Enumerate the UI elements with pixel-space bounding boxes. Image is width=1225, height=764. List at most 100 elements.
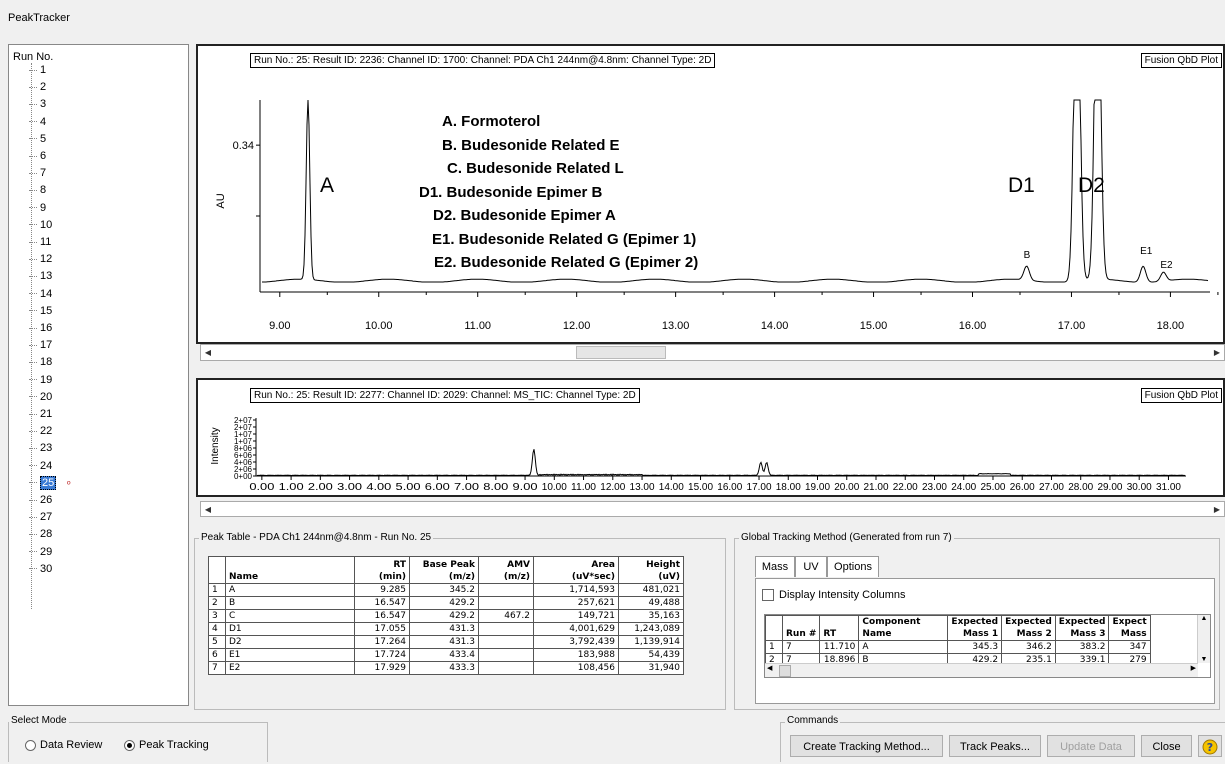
display-intensity-option[interactable]: Display Intensity Columns	[762, 589, 906, 602]
column-header[interactable]: Base Peak (m/z)	[409, 556, 479, 584]
tree-item-run-21[interactable]: 21	[29, 407, 52, 421]
table-row[interactable]: 4 D1 17.055 431.3 4,001,629 1,243,089	[208, 622, 684, 636]
tree-item-run-29[interactable]: 29	[29, 545, 52, 559]
scroll-thumb[interactable]	[576, 346, 666, 359]
column-header[interactable]: Expected Mass 2	[1001, 615, 1056, 641]
tree-connector	[29, 207, 37, 209]
update-data-button[interactable]: Update Data	[1047, 735, 1135, 757]
tree-item-run-18[interactable]: 18	[29, 355, 52, 369]
tree-item-run-3[interactable]: 3	[29, 97, 46, 111]
ms-horizontal-scrollbar[interactable]: ◀ ▶	[200, 501, 1225, 517]
tree-item-run-6[interactable]: 6	[29, 149, 46, 163]
scroll-down-icon[interactable]: ▼	[1198, 656, 1210, 663]
tree-item-run-12[interactable]: 12	[29, 252, 52, 266]
peak-table-container[interactable]: Name RT (min) Base Peak (m/z) AMV (m/z) Area (uV…	[208, 556, 684, 675]
table-row[interactable]: 3 C 16.547 429.2 467.2 149,721 35,163	[208, 609, 684, 623]
tree-item-run-9[interactable]: 9	[29, 201, 46, 215]
scroll-left-icon[interactable]: ◀	[201, 502, 215, 516]
x-tick-label: 15.00	[860, 320, 888, 332]
tree-item-run-19[interactable]: 19	[29, 373, 52, 387]
column-header[interactable]: Expected Mass 1	[947, 615, 1003, 641]
close-button[interactable]: Close	[1141, 735, 1192, 757]
column-header[interactable]: AMV (m/z)	[478, 556, 534, 584]
tree-item-run-5[interactable]: 5	[29, 132, 46, 146]
tree-item-run-7[interactable]: 7	[29, 166, 46, 180]
tree-item-run-13[interactable]: 13	[29, 269, 52, 283]
scroll-left-icon[interactable]: ◀	[767, 664, 772, 672]
x-tick-label: 19.00	[805, 482, 830, 493]
tree-connector	[29, 430, 37, 432]
x-tick-label: 10.00	[542, 482, 567, 493]
tree-item-run-23[interactable]: 23	[29, 441, 52, 455]
create-tracking-method-button[interactable]: Create Tracking Method...	[790, 735, 943, 757]
table-row[interactable]: 5 D2 17.264 431.3 3,792,439 1,139,914	[208, 635, 684, 649]
column-header[interactable]: RT (min)	[354, 556, 410, 584]
run-tree[interactable]: Run No. 1 2 3 4 5 6 7 8 9 10 11 12 13 14 15 16 17 18 19 20 2…	[8, 44, 189, 706]
tree-item-run-10[interactable]: 10	[29, 218, 52, 232]
tree-item-run-16[interactable]: 16	[29, 321, 52, 335]
tree-connector	[29, 361, 37, 363]
tree-item-run-20[interactable]: 20	[29, 390, 52, 404]
scroll-right-icon[interactable]: ▶	[1210, 345, 1224, 360]
tree-item-run-27[interactable]: 27	[29, 510, 52, 524]
tree-connector	[29, 86, 37, 88]
tree-item-run-8[interactable]: 8	[29, 183, 46, 197]
tree-item-label: 24	[40, 459, 53, 472]
tracking-horizontal-scrollbar[interactable]: ◀ ▶	[765, 663, 1198, 677]
tree-item-run-22[interactable]: 22	[29, 424, 52, 438]
table-cell: 11.710	[819, 640, 860, 654]
table-row[interactable]: 6 E1 17.724 433.4 183,988 54,439	[208, 648, 684, 662]
radio-data-review[interactable]: Data Review	[25, 739, 102, 751]
help-button[interactable]: ?	[1198, 735, 1222, 757]
table-row[interactable]: 1 A 9.285 345.2 1,714,593 481,021	[208, 583, 684, 597]
column-header[interactable]: Component Name	[858, 615, 949, 641]
scroll-up-icon[interactable]: ▲	[1198, 615, 1210, 622]
column-header[interactable]: Expect Mass	[1108, 615, 1151, 641]
legend-entry: E1. Budesonide Related G (Epimer 1)	[432, 230, 697, 248]
tracking-table-container[interactable]: Run # RT Component Name Expected Mass 1 Expect…	[764, 614, 1211, 678]
table-row[interactable]: 7 E2 17.929 433.3 108,456 31,940	[208, 661, 684, 675]
radio-peak-tracking[interactable]: Peak Tracking	[124, 739, 209, 751]
tree-item-run-25[interactable]: 25 ∘	[29, 475, 72, 490]
tree-item-run-30[interactable]: 30	[29, 562, 52, 576]
tree-item-run-2[interactable]: 2	[29, 80, 46, 94]
table-row[interactable]: 2 B 16.547 429.2 257,621 49,488	[208, 596, 684, 610]
column-header[interactable]: Area (uV*sec)	[533, 556, 619, 584]
uv-horizontal-scrollbar[interactable]: ◀ ▶	[200, 344, 1225, 361]
scroll-right-icon[interactable]: ▶	[1210, 502, 1224, 516]
tree-item-run-28[interactable]: 28	[29, 527, 52, 541]
tree-item-run-24[interactable]: 24	[29, 459, 52, 473]
tree-item-run-17[interactable]: 17	[29, 338, 52, 352]
display-intensity-checkbox[interactable]	[762, 589, 774, 602]
scroll-left-icon[interactable]: ◀	[201, 345, 215, 360]
column-header[interactable]: Expected Mass 3	[1054, 615, 1110, 641]
track-peaks-button[interactable]: Track Peaks...	[949, 735, 1041, 757]
tree-item-run-1[interactable]: 1	[29, 63, 46, 77]
tree-item-label: 23	[40, 442, 53, 455]
radio-icon[interactable]	[25, 739, 36, 751]
column-header[interactable]: Name	[225, 556, 355, 584]
peak-table[interactable]: Name RT (min) Base Peak (m/z) AMV (m/z) Area (uV…	[208, 556, 684, 675]
x-tick-label: 31.00	[1156, 482, 1181, 493]
column-header[interactable]: Height (uV)	[618, 556, 684, 584]
window-title: PeakTracker	[8, 12, 70, 24]
tab-uv[interactable]: UV	[795, 556, 827, 577]
column-header[interactable]: RT	[819, 615, 860, 641]
tab-options[interactable]: Options	[827, 556, 879, 577]
tracking-table[interactable]: Run # RT Component Name Expected Mass 1 Expect…	[765, 615, 1151, 667]
scroll-right-icon[interactable]: ▶	[1191, 664, 1196, 672]
tree-connector	[29, 413, 37, 415]
column-header[interactable]: Run #	[781, 615, 821, 641]
tracking-vertical-scrollbar[interactable]: ▲ ▼	[1197, 615, 1210, 663]
x-tick-label: 7.00	[454, 482, 480, 493]
tree-item-run-14[interactable]: 14	[29, 287, 52, 301]
scroll-thumb[interactable]	[779, 665, 791, 677]
table-row[interactable]: 1 7 11.710 A 345.3 346.2 383.2 347	[765, 640, 1151, 654]
radio-icon-selected[interactable]	[124, 739, 135, 751]
tree-item-run-4[interactable]: 4	[29, 115, 46, 129]
tree-item-run-26[interactable]: 26	[29, 493, 52, 507]
tree-item-run-15[interactable]: 15	[29, 304, 52, 318]
x-tick-label: 27.00	[1039, 482, 1064, 493]
tree-item-run-11[interactable]: 11	[29, 235, 51, 249]
tab-mass[interactable]: Mass	[755, 556, 795, 577]
